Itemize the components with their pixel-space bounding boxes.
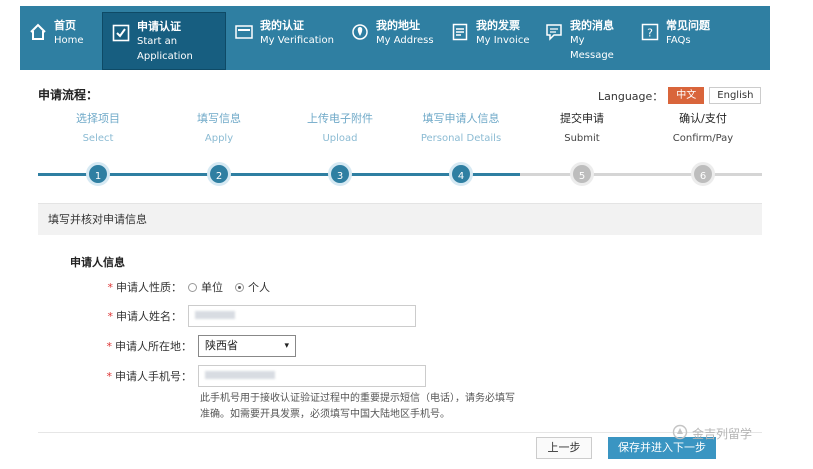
step-number: 3 xyxy=(328,162,352,186)
required-mark: * xyxy=(107,281,114,294)
applicant-location-label: * 申请人所在地： xyxy=(106,340,193,353)
applicant-name-input[interactable] xyxy=(188,305,416,327)
nav-item-my-invoice[interactable]: 我的发票 My Invoice xyxy=(442,6,536,70)
flow-title: 申请流程： xyxy=(38,88,99,102)
applicant-location-row: * 申请人所在地： 陕西省 xyxy=(60,335,296,357)
top-navigation-bar: 首页 Home 申请认证 Start an Application 我的认证 My Veri… xyxy=(20,6,770,70)
applicant-phone-input[interactable] xyxy=(198,365,426,387)
nav-item-home[interactable]: 首页 Home xyxy=(20,6,102,70)
radio-organization[interactable] xyxy=(188,282,197,292)
watermark: 金吉列留学 xyxy=(672,424,752,443)
verification-card-icon xyxy=(234,22,254,42)
step-label: 填写信息 xyxy=(197,112,241,125)
step-5: 提交申请 Submit 5 xyxy=(522,112,642,186)
progress-steps: 选择项目 Select 1 填写信息 Apply 2 上传电子附件 Upload 3 填写申请人信… xyxy=(38,112,762,192)
section-header: 填写并核对申请信息 xyxy=(38,203,762,235)
check-icon xyxy=(111,23,131,43)
step-sublabel: Personal Details xyxy=(420,133,502,144)
nav-item-sublabel: My Invoice xyxy=(476,35,530,46)
step-label: 确认/支付 xyxy=(679,112,727,125)
nav-item-label: 我的消息 xyxy=(570,19,614,32)
svg-text:?: ? xyxy=(647,27,653,40)
nav-item-label: 我的认证 xyxy=(260,19,304,32)
nav-item-my-verification[interactable]: 我的认证 My Verification xyxy=(226,6,342,70)
required-mark: * xyxy=(106,340,113,353)
location-select[interactable]: 陕西省 xyxy=(198,335,296,357)
step-number: 5 xyxy=(570,162,594,186)
step-sublabel: Select xyxy=(82,133,114,144)
radio-organization-label: 单位 xyxy=(201,281,223,294)
nav-item-sublabel: My xyxy=(570,35,585,46)
step-1: 选择项目 Select 1 xyxy=(38,112,158,186)
step-number: 1 xyxy=(86,162,110,186)
step-sublabel: Confirm/Pay xyxy=(672,133,734,144)
nav-item-sublabel: Message xyxy=(570,50,614,61)
phone-hint: 此手机号用于接收认证验证过程中的重要提示短信（电话），请务必填写准确。如需要开具… xyxy=(200,393,515,420)
redacted-value xyxy=(195,311,235,319)
progress-line-pending xyxy=(520,173,762,176)
step-6: 确认/支付 Confirm/Pay 6 xyxy=(643,112,763,186)
message-icon xyxy=(544,22,564,42)
language-label: Language： xyxy=(598,89,664,103)
nav-item-sublabel: Application xyxy=(137,51,193,62)
home-icon xyxy=(28,22,48,42)
nav-item-label: 首页 xyxy=(54,19,76,32)
nav-item-sublabel: My Address xyxy=(376,35,434,46)
language-switcher: Language： 中文 English xyxy=(598,87,762,104)
language-chinese-button[interactable]: 中文 xyxy=(668,87,705,104)
nav-item-my[interactable]: 我的消息 My Message xyxy=(536,6,632,70)
required-mark: * xyxy=(107,310,114,323)
progress-line-done xyxy=(38,173,520,176)
step-number: 2 xyxy=(207,162,231,186)
watermark-logo-icon xyxy=(672,424,688,443)
nav-item-sublabel: My Verification xyxy=(260,35,334,46)
step-number: 6 xyxy=(691,162,715,186)
required-mark: * xyxy=(106,370,113,383)
applicant-type-row: * 申请人性质： 单位 个人 xyxy=(60,279,282,295)
applicant-info-title: 申请人信息 xyxy=(70,256,125,269)
nav-item-label: 常见问题 xyxy=(666,19,710,32)
applicant-type-label: * 申请人性质： xyxy=(107,281,183,294)
invoice-icon xyxy=(450,22,470,42)
location-pin-icon xyxy=(350,22,370,42)
step-label: 选择项目 xyxy=(76,112,120,125)
redacted-value xyxy=(205,371,275,379)
applicant-phone-row: * 申请人手机号： xyxy=(60,365,426,387)
step-number: 4 xyxy=(449,162,473,186)
language-english-button[interactable]: English xyxy=(709,87,762,104)
step-2: 填写信息 Apply 2 xyxy=(159,112,279,186)
radio-individual-label: 个人 xyxy=(248,281,270,294)
step-label: 填写申请人信息 xyxy=(422,112,500,125)
nav-item-start-an[interactable]: 申请认证 Start an Application xyxy=(102,12,226,70)
previous-step-button[interactable]: 上一步 xyxy=(536,437,592,459)
step-sublabel: Upload xyxy=(322,133,358,144)
nav-item-label: 我的地址 xyxy=(376,19,420,32)
step-sublabel: Apply xyxy=(204,133,234,144)
step-label: 提交申请 xyxy=(560,112,604,125)
help-icon: ? xyxy=(640,22,660,42)
nav-item-my-address[interactable]: 我的地址 My Address xyxy=(342,6,442,70)
nav-item-sublabel: Home xyxy=(54,35,84,46)
applicant-name-row: * 申请人姓名： xyxy=(60,305,416,327)
nav-item-sublabel: Start an xyxy=(137,36,178,47)
step-sublabel: Submit xyxy=(564,133,600,144)
applicant-phone-label: * 申请人手机号： xyxy=(106,370,193,383)
nav-item-sublabel: FAQs xyxy=(666,35,691,46)
step-4: 填写申请人信息 Personal Details 4 xyxy=(401,112,521,186)
step-3: 上传电子附件 Upload 3 xyxy=(280,112,400,186)
nav-item-label: 申请认证 xyxy=(137,20,181,33)
radio-individual[interactable] xyxy=(235,282,244,292)
footer-divider xyxy=(38,432,762,433)
applicant-name-label: * 申请人姓名： xyxy=(107,310,183,323)
nav-item-faqs[interactable]: ? 常见问题 FAQs xyxy=(632,6,728,70)
step-label: 上传电子附件 xyxy=(307,112,373,125)
nav-item-label: 我的发票 xyxy=(476,19,520,32)
